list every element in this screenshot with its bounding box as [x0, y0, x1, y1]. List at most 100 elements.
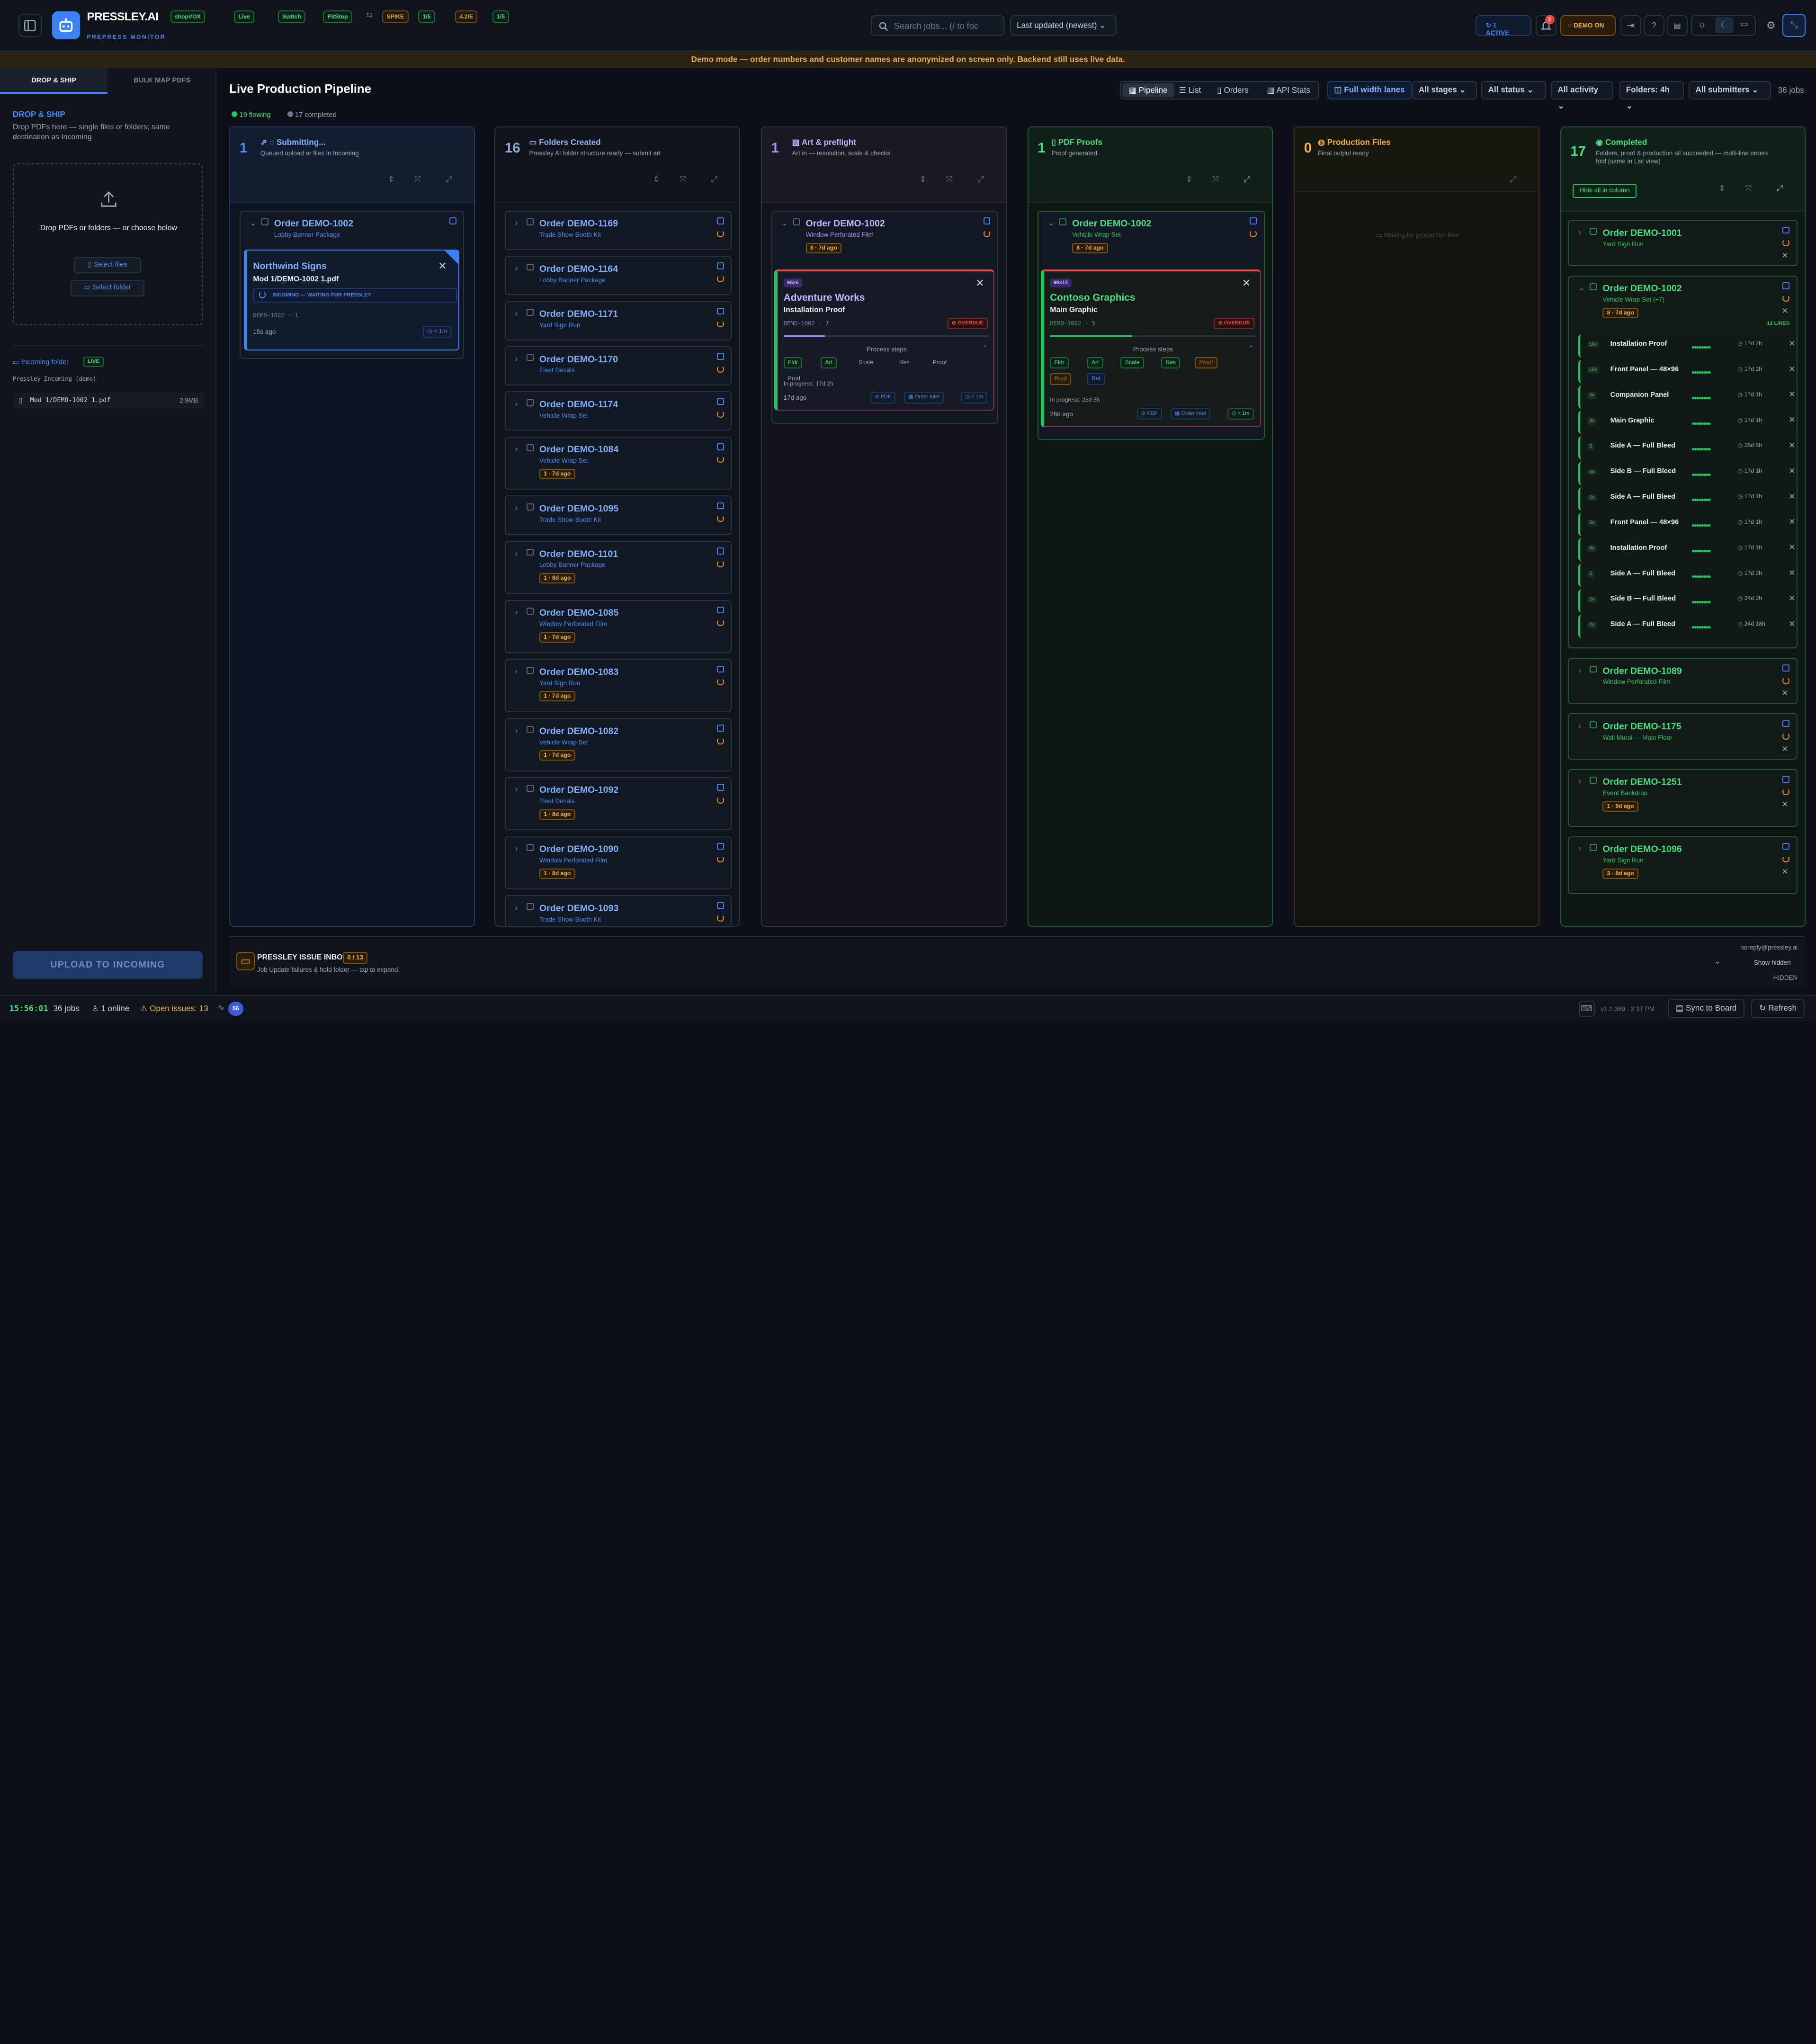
close-icon[interactable]: ✕ — [1789, 441, 1795, 450]
collapse-all-icon[interactable]: ⤧ — [1213, 175, 1219, 184]
completed-line[interactable]: 6x Companion Panel ●●●●●●●● ◷ 17d 1h ✕ — [1578, 385, 1796, 409]
close-icon[interactable]: ✕ — [1781, 251, 1788, 260]
live-pill[interactable]: Live — [234, 10, 255, 23]
qr-icon[interactable] — [1782, 664, 1790, 672]
completed-line[interactable]: 4x Installation Proof ●●●●●●●● ◷ 17d 1h ✕ — [1578, 538, 1796, 562]
refresh-icon[interactable] — [1782, 295, 1790, 302]
close-icon[interactable]: ✕ — [1789, 543, 1795, 552]
order-card[interactable]: › Order DEMO-1085 Window Perforated Film 1 … — [505, 600, 732, 654]
completed-line[interactable]: 16x Front Panel — 48×96 ●●●●●●●● ◷ 17d 2h ✕ — [1578, 359, 1796, 383]
close-icon[interactable]: ✕ — [1789, 492, 1795, 502]
chevron-right-icon[interactable]: › — [515, 549, 518, 558]
order-intel-button[interactable]: ▦ Order Intel — [1170, 408, 1210, 420]
tab-drop-ship[interactable]: DROP & SHIP — [0, 68, 108, 94]
refresh-icon[interactable] — [1782, 855, 1790, 863]
close-icon[interactable]: ✕ — [1789, 568, 1795, 578]
qr-icon[interactable] — [717, 784, 724, 791]
refresh-icon[interactable] — [717, 456, 724, 463]
keyboard-button[interactable]: ⌨ — [1578, 1000, 1595, 1017]
refresh-icon[interactable] — [717, 914, 724, 922]
chevron-right-icon[interactable]: › — [515, 785, 518, 794]
order-card[interactable]: › Order DEMO-1082 Vehicle Wrap Set 1 · 7d a… — [505, 718, 732, 771]
chevron-down-icon[interactable]: ⌄ — [1714, 957, 1721, 966]
chevron-right-icon[interactable]: › — [515, 399, 518, 409]
search-input[interactable]: Search jobs... (/ to foc — [894, 21, 978, 31]
qr-icon[interactable] — [717, 502, 724, 510]
logout-button[interactable]: ⇥ — [1620, 15, 1641, 36]
pitstop-pill[interactable]: PitStop — [323, 10, 352, 23]
tab-list[interactable]: ☰ List — [1179, 83, 1211, 97]
order-card[interactable]: › Order DEMO-1089 Window Perforated Film ✕ — [1568, 657, 1798, 704]
expand-all-icon[interactable]: ⇕ — [920, 175, 926, 184]
monitor-icon[interactable]: ▭ — [1741, 19, 1748, 29]
refresh-icon[interactable] — [717, 230, 724, 237]
search-box[interactable]: Search jobs... (/ to foc — [871, 15, 1004, 36]
chevron-right-icon[interactable]: › — [1578, 228, 1581, 237]
line-item-card[interactable]: 96x12 ✕ Contoso Graphics Main Graphic DE… — [1041, 269, 1261, 427]
sort-select[interactable]: Last updated (newest) ⌄ — [1010, 15, 1117, 36]
issue-inbox[interactable]: ▭ PRESSLEY ISSUE INBOX 0 / 13 Job Update… — [229, 936, 1805, 987]
refresh-icon[interactable] — [1250, 230, 1257, 237]
maximize-icon[interactable]: ⤢ — [1510, 175, 1517, 184]
close-icon[interactable]: ✕ — [1789, 390, 1795, 399]
sidebar-toggle-button[interactable] — [18, 14, 42, 37]
order-card[interactable]: ⌄ Order DEMO-1002 Vehicle Wrap Set 8 · 7… — [1038, 210, 1265, 440]
chevron-right-icon[interactable]: › — [1578, 844, 1581, 853]
chevron-right-icon[interactable]: › — [515, 264, 518, 273]
sync-board-button[interactable]: ▤ Sync to Board — [1668, 999, 1744, 1018]
help-button[interactable]: ? — [1643, 15, 1664, 36]
show-hidden-button[interactable]: Show hidden — [1754, 959, 1791, 966]
qr-icon[interactable] — [717, 843, 724, 850]
order-card[interactable]: › Order DEMO-1083 Yard Sign Run 1 · 7d ago — [505, 659, 732, 712]
chevron-down-icon[interactable]: ⌄ — [1048, 218, 1055, 228]
order-card[interactable]: › Order DEMO-1092 Fleet Decals 1 · 8d ago — [505, 777, 732, 831]
close-icon[interactable]: ✕ — [1789, 619, 1795, 629]
close-icon[interactable]: ✕ — [1789, 466, 1795, 476]
order-card[interactable]: › Order DEMO-1170 Fleet Decals — [505, 346, 732, 386]
refresh-icon[interactable] — [717, 560, 724, 567]
chevron-right-icon[interactable]: › — [515, 309, 518, 318]
chevron-right-icon[interactable]: › — [1578, 666, 1581, 675]
refresh-icon[interactable] — [717, 855, 724, 863]
expand-all-icon[interactable]: ⇕ — [1186, 175, 1192, 184]
chevron-right-icon[interactable]: › — [515, 844, 518, 853]
sun-icon[interactable]: ☼ — [1698, 19, 1706, 30]
chevron-right-icon[interactable]: › — [515, 667, 518, 676]
refresh-icon[interactable] — [1782, 788, 1790, 796]
calculator-button[interactable]: ▤ — [1666, 15, 1688, 36]
maximize-icon[interactable]: ⤢ — [1777, 184, 1783, 193]
status-filter[interactable]: All status ⌄ — [1481, 81, 1547, 100]
select-folder-button[interactable]: ▭ Select folder — [70, 280, 145, 296]
refresh-icon[interactable] — [1782, 677, 1790, 684]
qr-icon[interactable] — [717, 665, 724, 673]
line-item-card[interactable]: 96x6 ✕ Adventure Works Installation Proo… — [774, 269, 995, 411]
order-card[interactable]: ⌄ Order DEMO-1002 Window Perforated Film… — [771, 210, 998, 424]
maximize-icon[interactable]: ⤢ — [446, 175, 452, 184]
completed-line[interactable]: 6x Side B — Full Bleed ●●●●●●●● ◷ 17d 1h ✕ — [1578, 462, 1796, 485]
order-card[interactable]: › Order DEMO-1001 Yard Sign Run ✕ — [1568, 220, 1798, 267]
refresh-icon[interactable] — [717, 515, 724, 522]
qr-icon[interactable] — [717, 547, 724, 555]
maximize-icon[interactable]: ⤢ — [1244, 175, 1251, 184]
close-icon[interactable]: ✕ — [1781, 800, 1788, 809]
completed-line[interactable]: 6x Front Panel — 48×96 ●●●●●●●● ◷ 17d 1h ✕ — [1578, 512, 1796, 536]
file-card[interactable]: Northwind Signs ✕ Mod 1/DEMO-1002 1.pdf … — [244, 250, 460, 351]
chevron-down-icon[interactable]: ⌄ — [1578, 283, 1585, 293]
refresh-icon[interactable] — [983, 230, 991, 237]
order-card[interactable]: › Order DEMO-1101 Lobby Banner Package 1 · … — [505, 540, 732, 594]
chevron-right-icon[interactable]: › — [515, 444, 518, 454]
collapse-all-icon[interactable]: ⤧ — [1745, 184, 1752, 193]
activity-badge[interactable]: 56 — [228, 1002, 243, 1016]
close-icon[interactable]: ✕ — [1781, 867, 1788, 877]
tab-api-stats[interactable]: ▥ API Stats — [1267, 83, 1318, 97]
close-icon[interactable]: ✕ — [1789, 517, 1795, 527]
qr-icon[interactable] — [717, 725, 724, 732]
order-card[interactable]: › Order DEMO-1171 Yard Sign Run — [505, 301, 732, 341]
full-width-toggle[interactable]: ◫ Full width lanes — [1327, 81, 1412, 100]
chevron-right-icon[interactable]: › — [515, 354, 518, 364]
refresh-icon[interactable] — [717, 796, 724, 804]
qr-icon[interactable] — [717, 353, 724, 360]
refresh-button[interactable]: ↻ Refresh — [1751, 999, 1805, 1018]
qr-icon[interactable] — [1782, 282, 1790, 289]
order-card[interactable]: › Order DEMO-1164 Lobby Banner Package — [505, 256, 732, 296]
